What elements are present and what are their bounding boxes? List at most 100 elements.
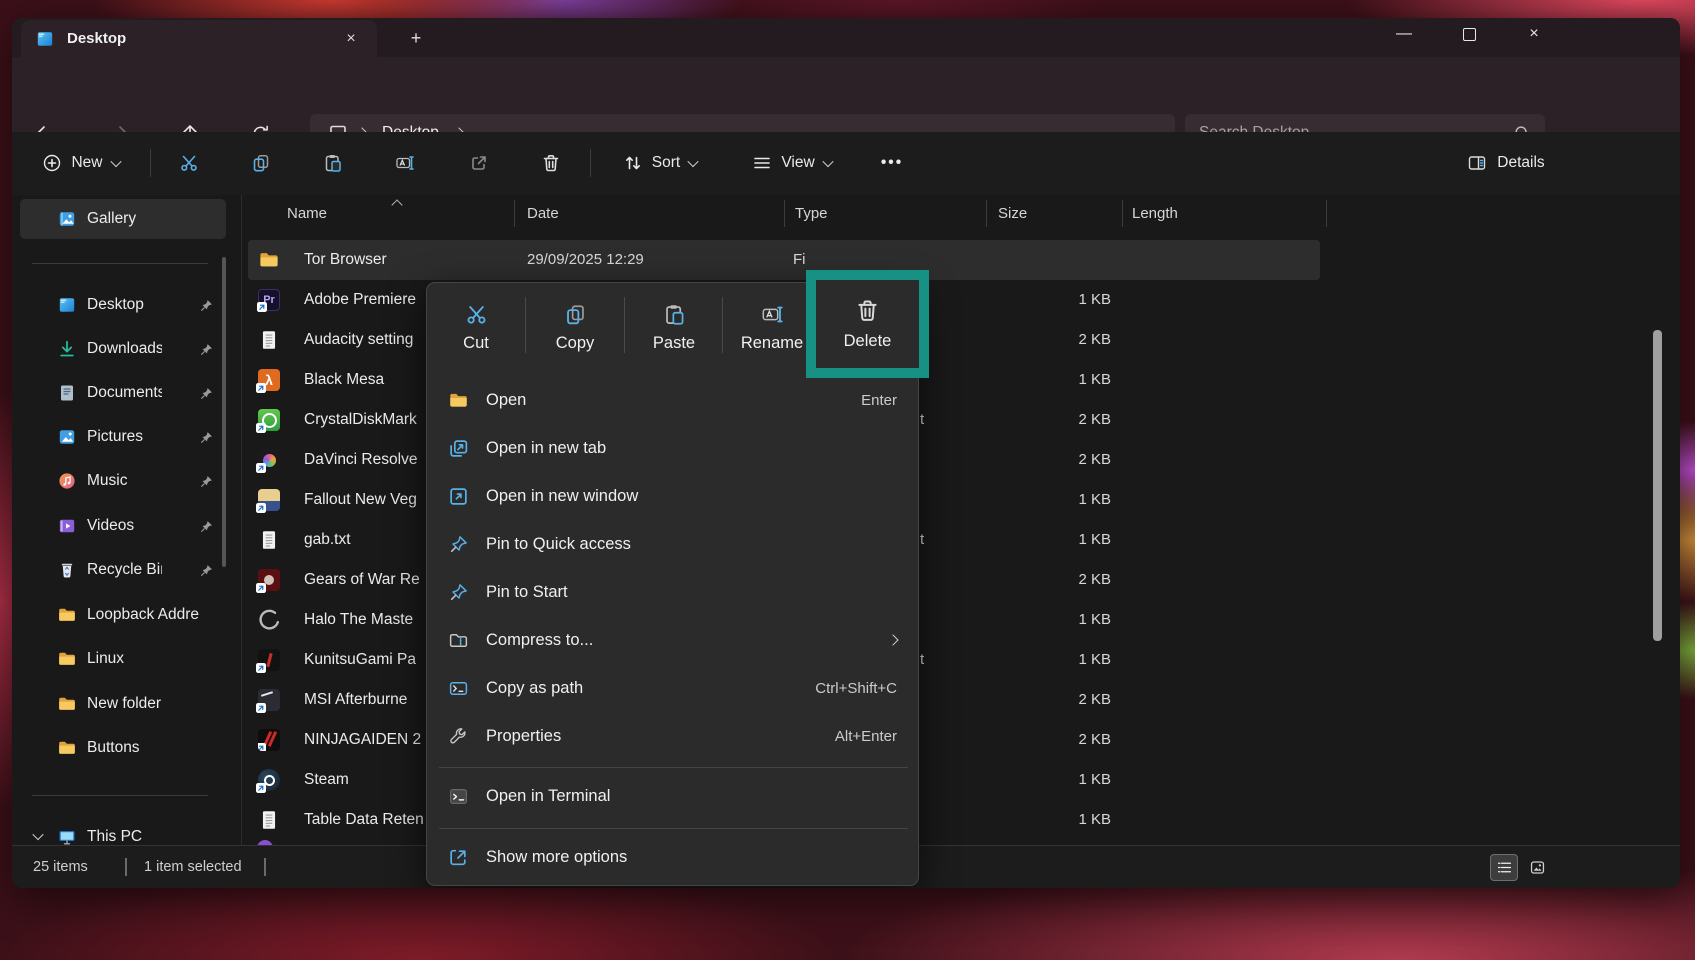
new-tab-button[interactable]: + [404,26,428,50]
file-list-scrollbar[interactable] [1653,330,1662,641]
copy-menu-button[interactable]: Copy [526,291,624,365]
thumbnail-view-button[interactable] [1523,854,1551,881]
new-button[interactable]: New [28,143,134,183]
maximize-button[interactable] [1446,18,1492,50]
menu-item-pin-to-start[interactable]: Pin to Start [432,569,915,615]
sort-icon [623,153,643,173]
menu-item-label: Pin to Quick access [486,535,915,554]
sidebar-item-recycle-bin[interactable]: Recycle Bin [20,550,226,590]
view-button[interactable]: View [736,143,848,183]
selection-count: 1 item selected [144,846,242,888]
sidebar-item-desktop[interactable]: Desktop [20,285,226,325]
shortcut-arrow-icon [256,503,266,513]
wrench-icon [448,726,469,747]
file-name: Steam [304,760,349,800]
sidebar-item-loopback[interactable]: Loopback Addre [20,595,226,635]
details-pane-button[interactable]: Details [1450,143,1562,183]
sidebar-item-pictures[interactable]: Pictures [20,417,226,457]
rename-button[interactable] [385,143,425,183]
details-view-button[interactable] [1490,854,1518,881]
file-row-selected[interactable]: Tor Browser 29/09/2025 12:29 Fi [248,240,1320,280]
column-header-date[interactable]: Date [527,195,559,232]
paste-button[interactable] [313,143,353,183]
file-size: 2 KB [1011,320,1111,360]
file-date: 29/09/2025 12:29 [527,240,644,280]
minimize-button[interactable]: — [1381,18,1427,50]
sidebar-item-label: Desktop [87,296,162,314]
column-header-name[interactable]: Name [287,195,327,232]
menu-item-label: Open [486,391,861,410]
pin-icon [448,582,469,603]
sidebar-item-gallery[interactable]: Gallery [20,199,226,239]
copy-button[interactable] [241,143,281,183]
sidebar-item-label: Gallery [87,210,226,228]
menu-item-open-new-tab[interactable]: Open in new tab [432,425,915,471]
more-options-button[interactable]: ••• [871,143,913,183]
sidebar-item-label: New folder [87,695,226,713]
column-header-size[interactable]: Size [998,195,1027,232]
sidebar-item-documents[interactable]: Documents [20,373,226,413]
shortcut-arrow-icon [256,663,266,673]
msi-afterburner-icon [258,689,280,711]
cut-icon [179,153,199,173]
sidebar-item-buttons[interactable]: Buttons [20,728,226,768]
rename-icon [395,153,415,173]
column-divider[interactable] [986,200,987,227]
sort-button[interactable]: Sort [608,143,712,183]
menu-item-label: Compress to... [486,631,889,650]
pin-icon [199,342,214,357]
column-divider[interactable] [1122,200,1123,227]
sidebar-scrollbar[interactable] [222,257,226,567]
tab-strip: Desktop × + — × [12,18,1680,57]
menu-item-pin-quick-access[interactable]: Pin to Quick access [432,521,915,567]
shortcut-arrow-icon [256,463,266,473]
music-icon [57,471,77,491]
file-name: NINJAGAIDEN 2 [304,720,421,760]
sidebar-item-downloads[interactable]: Downloads [20,329,226,369]
menu-item-copy-as-path[interactable]: Copy as path Ctrl+Shift+C [432,665,915,711]
rename-label: Rename [741,334,803,353]
sidebar-item-label: Loopback Addre [87,606,226,624]
paste-icon [663,303,686,326]
adobe-premiere-icon [258,289,280,311]
menu-item-open-in-terminal[interactable]: Open in Terminal [432,773,915,819]
expand-chevron-icon[interactable] [32,829,43,840]
sidebar-divider [32,263,208,264]
delete-button[interactable] [531,143,571,183]
menu-item-label: Pin to Start [486,583,915,602]
file-type: Fi [793,240,806,280]
share-button[interactable] [459,143,499,183]
menu-item-show-more-options[interactable]: Show more options [432,834,915,880]
cut-menu-button[interactable]: Cut [427,291,525,365]
sidebar-item-linux[interactable]: Linux [20,639,226,679]
column-header-type[interactable]: Type [795,195,828,232]
tab-desktop[interactable]: Desktop × [21,20,377,57]
videos-icon [57,516,77,536]
menu-item-open-new-window[interactable]: Open in new window [432,473,915,519]
pin-icon [448,534,469,555]
paste-label: Paste [653,334,695,353]
close-button[interactable]: × [1511,18,1557,50]
shortcut-arrow-icon [258,743,266,751]
shortcut-arrow-icon [257,302,267,312]
paste-menu-button[interactable]: Paste [625,291,723,365]
file-size: 1 KB [1011,480,1111,520]
sidebar-item-new-folder[interactable]: New folder [20,684,226,724]
menu-item-compress-to[interactable]: Compress to... [432,617,915,663]
tab-close-icon[interactable]: × [339,27,363,51]
sidebar-item-label: Documents [87,384,162,402]
sidebar-item-videos[interactable]: Videos [20,506,226,546]
sidebar-item-music[interactable]: Music [20,461,226,501]
menu-item-open[interactable]: Open Enter [432,377,915,423]
column-divider[interactable] [1326,200,1327,227]
cut-button[interactable] [169,143,209,183]
delete-menu-button-highlighted[interactable]: Delete [806,270,929,378]
menu-item-properties[interactable]: Properties Alt+Enter [432,713,915,759]
steam-icon [258,769,280,791]
menu-separator [439,767,908,768]
column-header-length[interactable]: Length [1132,195,1178,232]
column-divider[interactable] [514,200,515,227]
shortcut-arrow-icon [256,383,266,393]
column-divider[interactable] [784,200,785,227]
list-view-icon [1496,859,1513,876]
